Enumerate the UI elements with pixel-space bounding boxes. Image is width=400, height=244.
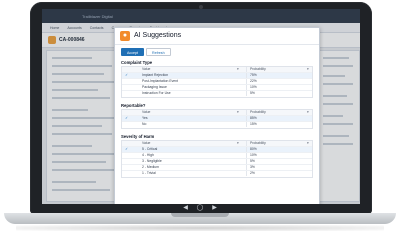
forward-icon[interactable]: ▶ xyxy=(211,205,218,212)
table-row[interactable]: Instruction For Use 5% xyxy=(122,91,312,97)
row-probability: 75% xyxy=(250,73,257,77)
ai-suggestions-modal: ● AI Suggestions Accept Refresh Complain… xyxy=(114,27,320,204)
row-value: Instruction For Use xyxy=(142,91,171,95)
column-probability-header: Probability xyxy=(250,141,266,145)
row-value: 2 - Medium xyxy=(142,165,159,169)
row-probability: 15% xyxy=(250,122,257,126)
laptop-mockup: Trailblazer Digital Home Accounts Contac… xyxy=(0,0,400,244)
section-reportable: Reportable? Value ▾ Probability ▾ ✓ Yes … xyxy=(121,103,313,129)
row-probability: 80% xyxy=(250,147,257,151)
row-value: No xyxy=(142,122,147,126)
row-probability: 2% xyxy=(250,171,255,175)
table-row[interactable]: No 15% xyxy=(122,122,312,128)
row-value: 5 - Critical xyxy=(142,147,158,151)
row-value: 3 - Negligible xyxy=(142,159,162,163)
chevron-down-icon[interactable]: ▾ xyxy=(307,110,309,115)
column-probability-header: Probability xyxy=(250,110,266,114)
column-value-header: Value xyxy=(142,67,151,71)
row-value: Implant Rejection xyxy=(142,73,169,77)
row-value: Yes xyxy=(142,116,148,120)
row-probability: 5% xyxy=(250,159,255,163)
suggestion-table: Value ▾ Probability ▾ ✓ 5 - Critical 80%… xyxy=(121,140,313,178)
suggestion-table: Value ▾ Probability ▾ ✓ Yes 85% No 15% xyxy=(121,109,313,129)
row-value: 1 - Trivial xyxy=(142,171,156,175)
section-complaint-type: Complaint Type Value ▾ Probability ▾ ✓ I… xyxy=(121,60,313,98)
accept-button[interactable]: Accept xyxy=(121,48,144,56)
column-value-header: Value xyxy=(142,141,151,145)
row-value: Post-Implantation Event xyxy=(142,79,178,83)
chevron-down-icon[interactable]: ▾ xyxy=(307,67,309,72)
row-probability: 10% xyxy=(250,153,257,157)
chevron-down-icon[interactable]: ▾ xyxy=(237,110,239,115)
screen: Trailblazer Digital Home Accounts Contac… xyxy=(42,9,360,204)
row-value: Packaging Issue xyxy=(142,85,167,89)
row-value: 4 - High xyxy=(142,153,154,157)
modal-title: AI Suggestions xyxy=(134,32,182,39)
checkmark-icon[interactable]: ✓ xyxy=(124,116,129,121)
table-row[interactable]: 1 - Trivial 2% xyxy=(122,171,312,177)
lightbulb-icon: ● xyxy=(120,31,130,41)
modal-header: ● AI Suggestions xyxy=(115,28,319,45)
back-icon[interactable]: ◀ xyxy=(182,205,189,212)
row-probability: 3% xyxy=(250,165,255,169)
row-probability: 10% xyxy=(250,85,257,89)
row-probability: 22% xyxy=(250,79,257,83)
column-value-header: Value xyxy=(142,110,151,114)
laptop-notch xyxy=(171,213,229,217)
column-probability-header: Probability xyxy=(250,67,266,71)
laptop-shadow xyxy=(16,225,384,231)
row-probability: 85% xyxy=(250,116,257,120)
refresh-button[interactable]: Refresh xyxy=(146,48,171,56)
modal-actions: Accept Refresh xyxy=(121,48,173,56)
chevron-down-icon[interactable]: ▾ xyxy=(237,67,239,72)
bezel-controls: ◀ ◯ ▶ xyxy=(182,204,218,212)
suggestion-table: Value ▾ Probability ▾ ✓ Implant Rejectio… xyxy=(121,66,313,98)
chevron-down-icon[interactable]: ▾ xyxy=(307,141,309,146)
chevron-down-icon[interactable]: ▾ xyxy=(237,141,239,146)
power-icon[interactable]: ◯ xyxy=(197,205,204,212)
row-probability: 5% xyxy=(250,91,255,95)
section-severity-of-harm: Severity of Harm Value ▾ Probability ▾ ✓… xyxy=(121,134,313,178)
checkmark-icon[interactable]: ✓ xyxy=(124,147,129,152)
checkmark-icon[interactable]: ✓ xyxy=(124,73,129,78)
